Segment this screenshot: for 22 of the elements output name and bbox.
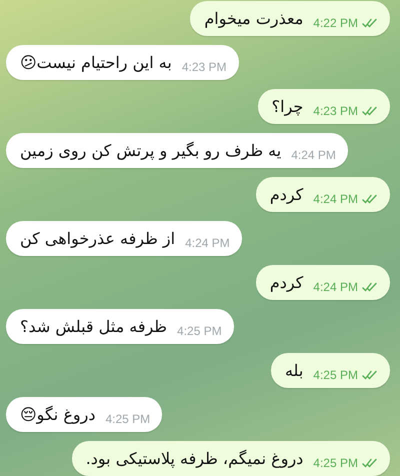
message-time: 4:24 PM: [313, 190, 358, 208]
message-text: از ظرفه عذرخواهی کن: [20, 228, 176, 250]
message-time: 4:25 PM: [313, 454, 358, 472]
message-text: دروغ نگو😔: [20, 404, 96, 426]
message-text: چرا؟: [272, 96, 304, 118]
message-text: به این راحتیام نیست😕: [20, 52, 172, 74]
message-time: 4:25 PM: [177, 322, 222, 340]
message-time: 4:23 PM: [313, 102, 358, 120]
message-text: یه ظرف رو بگیر و پرتش کن روی زمین: [20, 140, 282, 162]
message-time: 4:25 PM: [313, 366, 358, 384]
message-time: 4:24 PM: [185, 234, 230, 252]
message-text: ظرفه مثل قبلش شد؟: [20, 316, 168, 338]
message-time: 4:24 PM: [291, 146, 336, 164]
message-text: کردم: [270, 184, 304, 206]
message-text: کردم: [270, 272, 304, 294]
message-time: 4:25 PM: [105, 410, 150, 428]
message-text: بله: [284, 360, 304, 382]
message-time: 4:24 PM: [313, 278, 358, 296]
message-text: دروغ نمیگم، ظرفه پلاستیکی بود.: [86, 448, 304, 470]
message-text: معذرت میخوام: [204, 8, 304, 30]
message-time: 4:23 PM: [182, 58, 227, 76]
message-time: 4:22 PM: [313, 14, 358, 32]
